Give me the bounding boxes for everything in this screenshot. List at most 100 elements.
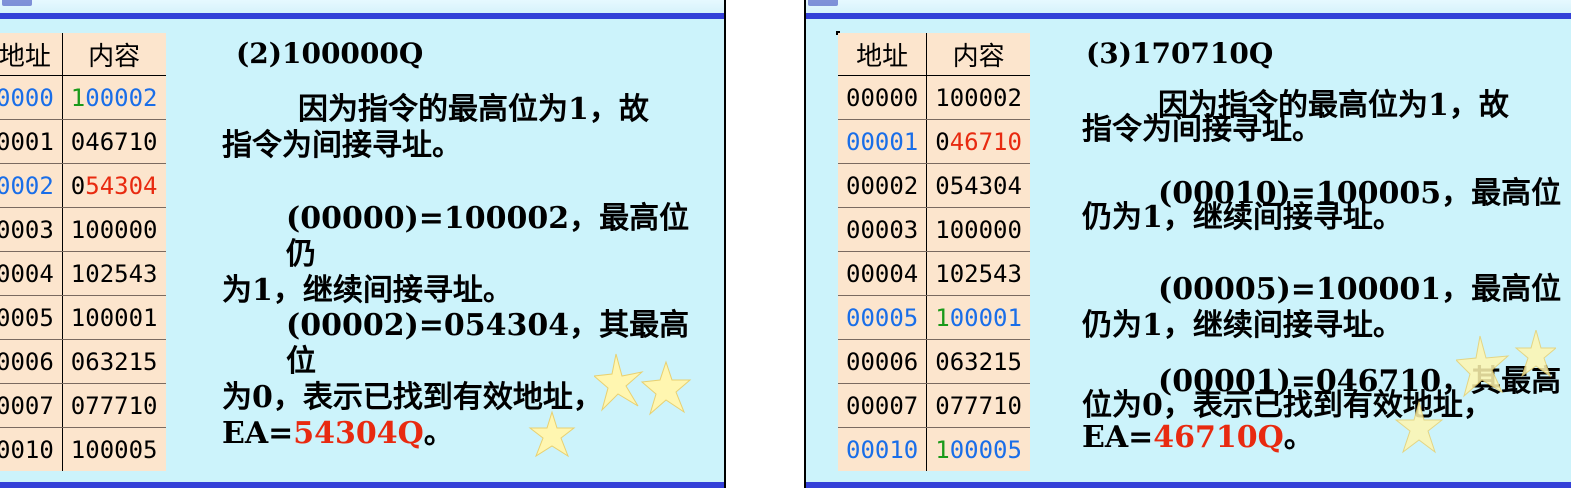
address-cell: 00001 [838,119,928,164]
content-rest-digits: 00002 [85,83,158,112]
top-rule [0,13,724,19]
effective-address-line: EA=46710Q。 [1082,420,1568,456]
content-cell: 063215 [926,339,1030,384]
content-rest-digits: 102543 [935,259,1022,288]
content-rest-digits: 054304 [935,171,1022,200]
ea-value: 54304Q [293,416,424,451]
explanation-block: (2)100000Q [236,37,423,71]
table-row: 00007 077710 [838,383,1030,428]
title-band [0,0,724,13]
case-heading: (2)100000Q [236,37,424,70]
content-leading-digit: 1 [935,435,950,464]
p2-line-2: 为1，继续间接寻址。 [222,273,513,308]
table-row: 00002 054304 [838,163,1030,208]
table-row: 0005 100001 [0,295,166,340]
address-cell: 0004 [0,251,63,296]
address-cell: 0002 [0,163,63,208]
table-row: 00000 100002 [838,75,1030,120]
address-cell: 00010 [838,427,928,471]
memory-table-frame: 地址 内容 00000 100002 00001 046710 00002 054304 0… [836,31,1030,471]
address-cell: 00004 [838,251,928,296]
address-cell: 00002 [838,163,928,208]
ea-suffix: 。 [423,416,454,451]
memory-table: 地址 内容 00000 100002 00001 046710 00002 054304 0… [838,33,1030,471]
content-rest-digits: 046710 [70,127,158,156]
content-cell: 102543 [926,251,1030,296]
address-cell: 00007 [838,383,928,428]
bottom-rule [806,482,1571,488]
title-fragment [808,0,838,6]
top-rule [806,13,1571,19]
slide-right: 地址 内容 00000 100002 00001 046710 00002 054304 0… [804,0,1571,488]
sparkle-star-icon [594,353,692,416]
ea-prefix: EA= [222,416,294,451]
table-row: 00005 100001 [838,295,1030,340]
title-fragment [2,0,32,6]
content-rest-digits: 102543 [70,259,158,288]
content-cell: 100005 [927,428,1030,472]
content-rest-digits: 54304 [85,171,158,200]
table-row: 00004 102543 [838,251,1030,296]
table-row: 0006 063215 [0,339,166,384]
content-cell: 046710 [62,119,166,164]
slide-left: 地址 内容 0000 100002 0001 046710 0002 054304 0003… [0,0,726,488]
table-row: 0002 054304 [0,163,166,208]
content-leading-digit: 1 [935,303,950,332]
table-row: 00006 063215 [838,339,1030,384]
table-row: 0007 077710 [0,383,166,428]
content-leading-digit: 0 [70,171,86,200]
sparkle-star-icon [1394,400,1444,454]
table-row: 0010 100005 [0,427,166,472]
content-cell: 100000 [62,207,166,252]
table-row: 0001 046710 [0,119,166,164]
p1-line-2: 指令为间接寻址。 [222,128,462,163]
content-cell: 046710 [926,119,1030,164]
paragraph-2: (00000)=100002，最高位仍 为1，继续间接寻址。 [222,201,712,309]
address-cell: 0007 [0,383,63,428]
p1-line-1: 因为指令的最高位为1，故 [298,92,649,127]
address-cell: 0003 [0,207,63,252]
column-header-address: 地址 [838,33,928,76]
case-heading: (3)170710Q [1086,37,1274,70]
address-cell: 0001 [0,119,63,164]
content-cell: 100000 [926,207,1030,252]
table-row: 00010 100005 [838,427,1030,472]
table-row: 00003 100000 [838,207,1030,252]
content-rest-digits: 100000 [70,215,158,244]
content-cell: 100005 [62,428,165,472]
content-cell: 100001 [926,295,1030,340]
content-cell: 063215 [62,339,166,384]
title-band [806,0,1571,13]
p2-line-1: (00000)=100002，最高位仍 [286,201,690,272]
address-cell: 00005 [838,295,928,340]
column-header-address: 地址 [0,33,63,76]
sparkle-star-icon [528,410,576,458]
content-cell: 054304 [926,163,1030,208]
table-row: 0004 102543 [0,251,166,296]
p3-line-1: (00005)=100001，最高位 [1158,272,1562,307]
content-leading-digit: 1 [70,83,86,112]
content-cell: 100002 [926,75,1030,120]
ea-prefix: EA= [1082,420,1154,455]
address-cell: 0010 [0,427,63,471]
content-cell: 100002 [62,75,166,120]
sparkle-star-icon [1456,330,1556,398]
content-leading-digit: 0 [935,127,950,156]
memory-table: 地址 内容 0000 100002 0001 046710 0002 054304 0003… [0,33,166,471]
address-cell: 0005 [0,295,63,340]
ea-value: 46710Q [1153,420,1284,455]
address-cell: 00006 [838,339,928,384]
address-cell: 00003 [838,207,928,252]
content-cell: 077710 [926,383,1030,428]
content-rest-digits: 00005 [949,435,1022,464]
content-rest-digits: 100000 [935,215,1022,244]
content-rest-digits: 100005 [70,435,158,464]
paragraph-1: 因为指令的最高位为1，故 指令为间接寻址。 [222,92,712,164]
table-row: 00001 046710 [838,119,1030,164]
content-rest-digits: 063215 [70,347,158,376]
table-row: 0000 100002 [0,75,166,120]
content-cell: 054304 [62,163,166,208]
explanation-block: (3)170710Q [1086,37,1273,71]
content-cell: 077710 [62,383,166,428]
content-cell: 102543 [62,251,166,296]
